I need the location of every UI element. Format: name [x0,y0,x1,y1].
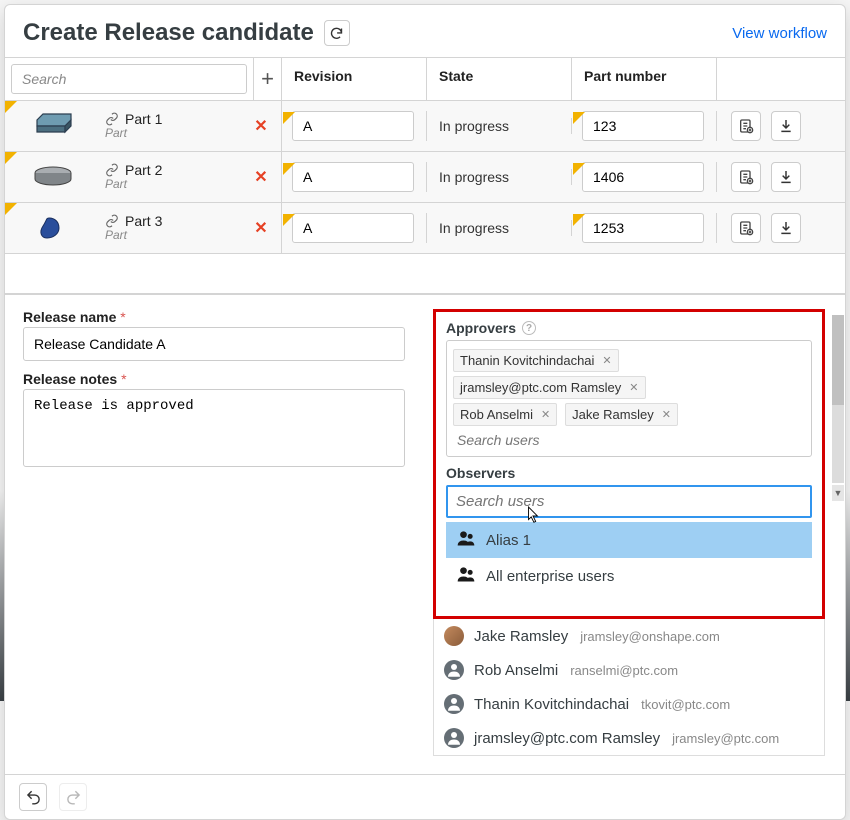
release-name-input[interactable] [23,327,405,361]
team-icon [456,529,476,551]
release-notes-input[interactable] [23,389,405,467]
form-area: Release name * Release notes * Approvers… [5,294,845,774]
view-workflow-link[interactable]: View workflow [732,25,827,42]
approver-chip[interactable]: jramsley@ptc.com Ramsley✕ [453,376,646,399]
part-type: Part [105,178,162,192]
parts-table: + Revision State Part number Part 1 Part [5,57,845,294]
table-row: Part 1 Part ✕ In progress [5,101,845,152]
release-name-label: Release name * [23,309,405,325]
approver-chip[interactable]: Thanin Kovitchindachai✕ [453,349,619,372]
download-icon[interactable] [771,111,801,141]
state-text: In progress [427,118,572,134]
table-header: + Revision State Part number [5,58,845,101]
approvers-label: Approvers [446,320,516,336]
part-number-input[interactable] [582,111,704,141]
download-icon[interactable] [771,213,801,243]
dropdown-item-alias[interactable]: Alias 1 [446,522,812,558]
remove-part-button[interactable]: ✕ [251,116,271,136]
avatar [444,660,464,680]
observers-search-input[interactable] [456,493,802,510]
part-thumbnail [21,109,85,143]
part-type: Part [105,229,162,243]
dropdown-user-item[interactable]: Rob Anselmi ranselmi@ptc.com [434,653,824,687]
state-text: In progress [427,169,572,185]
scrollbar-thumb[interactable] [832,315,844,405]
properties-icon[interactable] [731,162,761,192]
approvers-search-input[interactable] [453,428,805,452]
part-thumbnail [21,160,85,194]
scrollbar[interactable]: ▼ [832,315,844,483]
part-number-input[interactable] [582,213,704,243]
remove-chip-icon[interactable]: ✕ [662,408,671,421]
dropdown-user-item[interactable]: jramsley@ptc.com Ramsley jramsley@ptc.co… [434,721,824,755]
avatar [444,694,464,714]
column-state: State [427,58,572,100]
download-icon[interactable] [771,162,801,192]
help-icon[interactable]: ? [522,321,536,335]
modal-header: Create Release candidate View workflow [5,5,845,57]
link-icon [105,214,119,228]
release-candidate-modal: Create Release candidate View workflow +… [4,4,846,820]
dropdown-item-all-users[interactable]: All enterprise users [446,558,812,594]
scroll-down-icon[interactable]: ▼ [832,485,844,501]
part-number-input[interactable] [582,162,704,192]
team-icon [456,565,476,587]
approvers-observers-highlight: Approvers ? Thanin Kovitchindachai✕ jram… [433,309,825,619]
refresh-button[interactable] [324,20,350,46]
observers-dropdown: Alias 1 All enterprise users [446,522,812,594]
state-text: In progress [427,220,572,236]
dropdown-user-item[interactable]: Thanin Kovitchindachai tkovit@ptc.com [434,687,824,721]
column-part-number: Part number [572,58,717,100]
part-name: Part 2 [125,162,162,178]
revision-input[interactable] [292,213,414,243]
avatar [444,728,464,748]
part-name: Part 1 [125,111,162,127]
parts-search-input[interactable] [11,64,247,94]
part-type: Part [105,127,162,141]
remove-chip-icon[interactable]: ✕ [541,408,550,421]
approvers-field[interactable]: Thanin Kovitchindachai✕ jramsley@ptc.com… [446,340,812,457]
remove-part-button[interactable]: ✕ [251,167,271,187]
remove-chip-icon[interactable]: ✕ [602,354,611,367]
approver-chip[interactable]: Rob Anselmi✕ [453,403,557,426]
part-thumbnail [21,211,85,245]
observers-dropdown-users: Jake Ramsley jramsley@onshape.com Rob An… [433,619,825,756]
dropdown-user-item[interactable]: Jake Ramsley jramsley@onshape.com [434,619,824,653]
avatar [444,626,464,646]
observers-label: Observers [446,465,515,481]
part-name: Part 3 [125,213,162,229]
remove-chip-icon[interactable]: ✕ [629,381,638,394]
link-icon [105,163,119,177]
revision-input[interactable] [292,111,414,141]
observers-field[interactable] [446,485,812,518]
add-part-button[interactable]: + [253,58,281,100]
release-notes-label: Release notes * [23,371,405,387]
table-row: Part 3 Part ✕ In progress [5,203,845,254]
properties-icon[interactable] [731,111,761,141]
modal-title: Create Release candidate [23,19,314,47]
redo-button[interactable] [59,783,87,811]
remove-part-button[interactable]: ✕ [251,218,271,238]
properties-icon[interactable] [731,213,761,243]
column-revision: Revision [282,58,427,100]
link-icon [105,112,119,126]
undo-button[interactable] [19,783,47,811]
revision-input[interactable] [292,162,414,192]
approver-chip[interactable]: Jake Ramsley✕ [565,403,678,426]
table-row: Part 2 Part ✕ In progress [5,152,845,203]
modal-footer [5,774,845,819]
